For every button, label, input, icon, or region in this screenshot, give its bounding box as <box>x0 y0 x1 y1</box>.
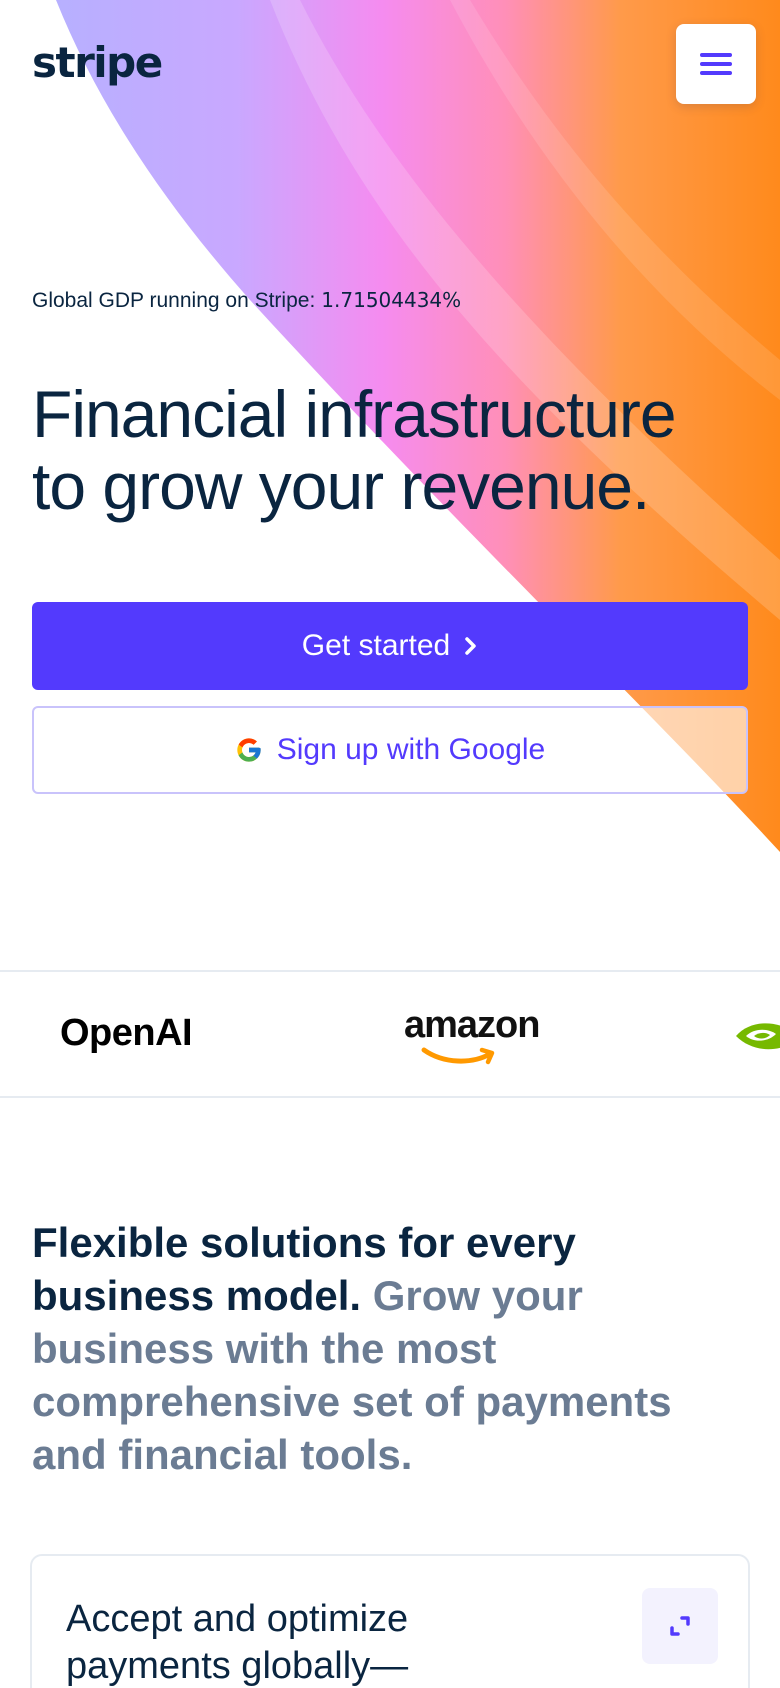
get-started-button[interactable]: Get started <box>32 602 748 690</box>
google-signup-label: Sign up with Google <box>276 733 546 766</box>
gdp-value: 1.71504434% <box>321 288 462 312</box>
hero-line-2: to grow your revenue. <box>32 449 650 523</box>
payments-card-title: Accept and optimize payments globally— <box>66 1598 409 1687</box>
hamburger-icon <box>700 53 732 57</box>
stripe-logo[interactable]: stripe <box>32 38 163 87</box>
solutions-heading: Flexible solutions for every business mo… <box>32 1216 672 1481</box>
chevron-right-icon <box>465 637 476 655</box>
amazon-smile-icon <box>421 1047 495 1065</box>
payments-card[interactable]: Accept and optimize payments globally— <box>30 1554 750 1688</box>
expand-button[interactable] <box>642 1588 718 1664</box>
gdp-counter: Global GDP running on Stripe: 1.71504434% <box>32 288 461 313</box>
google-icon <box>237 738 261 762</box>
customer-logos: OpenAI amazon <box>0 970 780 1098</box>
expand-icon <box>670 1616 690 1636</box>
get-started-label: Get started <box>301 629 451 662</box>
hero-line-1: Financial infrastructure <box>32 377 677 451</box>
google-signup-button[interactable]: Sign up with Google <box>32 706 748 794</box>
amazon-logo[interactable]: amazon <box>404 1004 540 1047</box>
hero-heading: Financial infrastructure to grow your re… <box>32 378 752 522</box>
page: stripe Global GDP running on Stripe: 1.71… <box>0 0 780 1688</box>
openai-logo[interactable]: OpenAI <box>60 1012 193 1055</box>
nvidia-eye-icon[interactable] <box>734 1016 780 1056</box>
gdp-label: Global GDP running on Stripe: <box>32 289 316 312</box>
menu-button[interactable] <box>676 24 756 104</box>
